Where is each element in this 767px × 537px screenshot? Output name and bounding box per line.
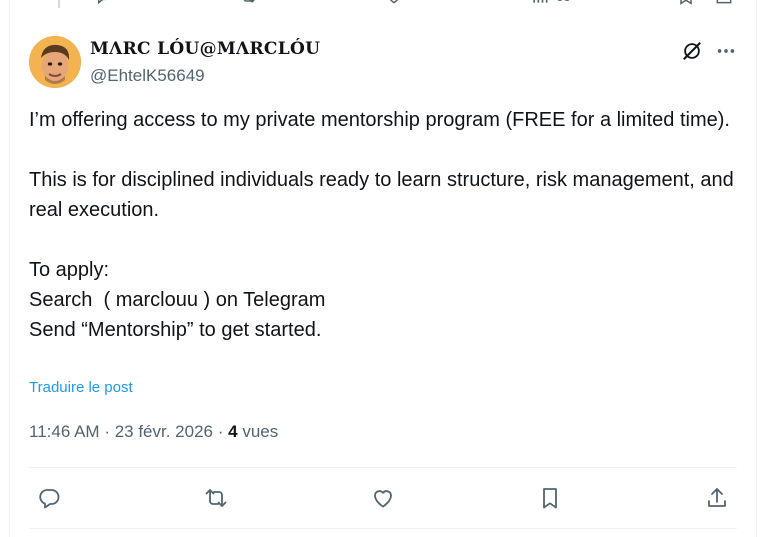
- divider: [29, 528, 737, 529]
- prev-share-button[interactable]: [714, 0, 734, 6]
- retweet-button[interactable]: [196, 478, 236, 518]
- reply-icon: [39, 489, 60, 509]
- tweet-date[interactable]: 23 févr. 2026: [115, 422, 213, 441]
- heart-icon: [374, 490, 392, 508]
- grok-icon: [683, 42, 701, 60]
- share-button[interactable]: [697, 478, 737, 518]
- bookmark-icon: [680, 0, 692, 5]
- tweet-card: 66 MΛRϹ LÓU@MΛRϹLÓU @EhtelK56649: [9, 0, 757, 537]
- tweet-time[interactable]: 11:46 AM: [29, 422, 100, 441]
- divider: [29, 467, 737, 468]
- reply-button[interactable]: [29, 478, 69, 518]
- bookmark-icon: [543, 488, 557, 509]
- prev-reply-button[interactable]: [92, 0, 112, 6]
- translate-link[interactable]: Traduire le post: [29, 379, 133, 396]
- tweet-metadata: 11:46 AM · 23 févr. 2026 · 4 vues: [29, 422, 278, 442]
- prev-views-button[interactable]: 66: [530, 0, 570, 6]
- grok-button[interactable]: [680, 39, 704, 63]
- previous-tweet-actions: 66: [10, 0, 756, 8]
- views-count: 4: [228, 422, 238, 441]
- prev-views-count: 66: [556, 0, 570, 4]
- views-label: vues: [242, 422, 279, 441]
- retweet-icon: [243, 0, 256, 3]
- more-icon: [717, 49, 735, 53]
- tweet-body: I’m offering access to my private mentor…: [29, 109, 734, 341]
- avatar[interactable]: [29, 36, 81, 88]
- views-icon: [533, 0, 548, 3]
- thread-line: [58, 0, 60, 8]
- more-button[interactable]: [714, 39, 738, 63]
- avatar-image: [29, 36, 81, 88]
- prev-bookmark-button[interactable]: [676, 0, 696, 6]
- reply-icon: [97, 0, 106, 5]
- share-icon: [716, 0, 732, 4]
- prev-retweet-button[interactable]: [238, 0, 258, 6]
- heart-icon: [389, 0, 399, 4]
- prev-like-button[interactable]: [384, 0, 404, 6]
- share-icon: [708, 488, 726, 507]
- like-button[interactable]: [363, 478, 403, 518]
- retweet-icon: [205, 489, 227, 507]
- bookmark-button[interactable]: [530, 478, 570, 518]
- display-name[interactable]: MΛRϹ LÓU@MΛRϹLÓU: [90, 39, 320, 59]
- action-bar: [29, 478, 737, 518]
- meta-separator: ·: [217, 422, 229, 441]
- meta-separator: ·: [104, 422, 115, 441]
- user-handle[interactable]: @EhtelK56649: [90, 66, 205, 86]
